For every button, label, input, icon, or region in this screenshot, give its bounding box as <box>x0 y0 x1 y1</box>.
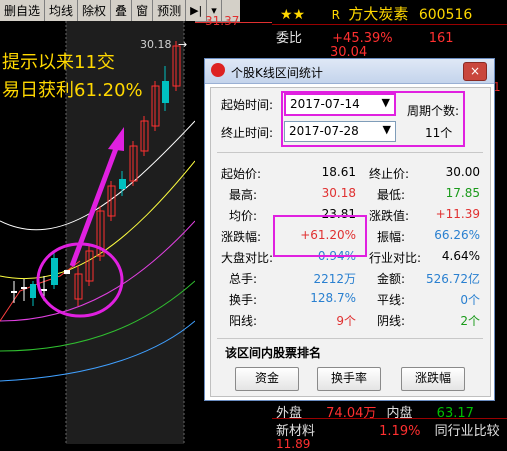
amplitude-label: 振幅: <box>377 230 406 244</box>
price-axis-line <box>195 22 272 23</box>
panel-right-values: 1 <box>493 80 501 94</box>
divider <box>272 418 507 419</box>
end-time-value: 2017-07-28 <box>289 124 359 138</box>
flat-label: 平线: <box>377 293 406 307</box>
down-count-label: 阴线: <box>377 314 406 328</box>
weibi-label: 委比 <box>276 31 303 46</box>
turnover-label: 换手: <box>229 293 258 307</box>
industry-value: 1.19% <box>379 424 421 439</box>
stock-header: ★★ R 方大炭素 600516 <box>280 3 472 24</box>
rating-stars: ★★ <box>280 7 306 23</box>
start-time-value: 2017-07-14 <box>290 97 360 111</box>
change-value-label: 涨跌值: <box>369 209 410 223</box>
toolbar-moving-average[interactable]: 均线 <box>45 0 79 21</box>
stats-grid: 起始价: 18.61 终止价: 30.00 最高: 30.18 最低: 17.8… <box>211 160 490 335</box>
toolbar-forecast[interactable]: 预测 <box>153 0 187 21</box>
market-compare-label: 大盘对比: <box>221 251 274 265</box>
dialog-title: 个股K线区间统计 <box>231 66 323 80</box>
stock-code: 600516 <box>418 7 473 23</box>
divider <box>272 24 507 25</box>
up-count-value: 9个 <box>336 314 356 328</box>
divider <box>217 338 483 339</box>
amplitude-value: 66.26% <box>434 228 480 242</box>
dialog-body: 起始时间: 2017-07-14 ▼ 终止时间: 2017-07-28 ▼ 周期… <box>210 87 491 397</box>
annotation-line1: 提示以来11交 <box>2 52 115 73</box>
period-count-label: 周期个数: <box>407 104 460 118</box>
industry-compare-value: 4.64% <box>441 249 480 263</box>
rank-by-turnover-button[interactable]: 换手率 <box>317 367 381 391</box>
ranking-title: 该区间内股票排名 <box>225 346 322 360</box>
turnover-value: 128.7% <box>310 291 356 305</box>
high-label: 最高: <box>229 188 258 202</box>
divider <box>217 152 483 153</box>
industry-compare-link[interactable]: 同行业比较 <box>435 424 500 439</box>
chart-toolbar: 删自选 均线 除权 叠 窗 预测 ▶| ▾ <box>0 0 240 22</box>
toolbar-remove-favorite[interactable]: 删自选 <box>0 0 46 21</box>
app-logo-icon <box>211 63 225 77</box>
change-pct-value: +61.20% <box>300 228 356 242</box>
low-label: 最低: <box>377 188 406 202</box>
end-time-label: 终止时间: <box>221 126 274 140</box>
end-price-label: 终止价: <box>369 167 410 181</box>
rating-label: R <box>331 8 340 22</box>
close-button[interactable]: × <box>463 62 487 81</box>
weibi-row: 委比 +45.39% 161 <box>276 27 454 46</box>
toolbar-ex-rights[interactable]: 除权 <box>78 0 112 21</box>
change-value: +11.39 <box>435 207 480 221</box>
annotation-line2: 易日获利61.20% <box>2 80 143 101</box>
toolbar-overlay[interactable]: 叠 <box>111 0 133 21</box>
market-compare-value: 0.94% <box>317 249 356 263</box>
last-row-value: 11.89 <box>276 437 311 451</box>
amount-value: 526.72亿 <box>426 272 480 286</box>
up-count-label: 阳线: <box>229 314 258 328</box>
chevron-down-icon: ▼ <box>382 123 391 136</box>
start-time-select[interactable]: 2017-07-14 ▼ <box>284 93 396 116</box>
volume-label: 总手: <box>229 272 258 286</box>
avg-label: 均价: <box>229 209 258 223</box>
avg-value: 23.81 <box>321 207 356 221</box>
weibi-value: +45.39% <box>332 31 393 46</box>
stock-name: 方大炭素 <box>348 5 409 23</box>
high-value: 30.18 <box>321 186 356 200</box>
price-axis-top: 31.37 <box>205 14 240 28</box>
chevron-down-icon: ▼ <box>381 96 390 109</box>
chart-max-price: 30.18 <box>140 38 172 51</box>
max-marker: → <box>178 38 188 51</box>
change-pct-label: 涨跌幅: <box>221 230 262 244</box>
dialog-titlebar[interactable]: 个股K线区间统计 × <box>205 59 494 84</box>
start-price-value: 18.61 <box>321 165 356 179</box>
volume-value: 2212万 <box>313 272 356 286</box>
down-count-value: 2个 <box>460 314 480 328</box>
toolbar-window[interactable]: 窗 <box>132 0 154 21</box>
weibi-right: 161 <box>428 31 454 46</box>
start-price-label: 起始价: <box>221 167 262 181</box>
rank-by-funds-button[interactable]: 资金 <box>235 367 299 391</box>
rank-by-change-button[interactable]: 涨跌幅 <box>401 367 465 391</box>
flat-value: 0个 <box>460 293 480 307</box>
low-value: 17.85 <box>445 186 480 200</box>
kline-range-stats-dialog: 个股K线区间统计 × 起始时间: 2017-07-14 ▼ 终止时间: 2017… <box>204 58 495 401</box>
period-count-value: 11个 <box>425 126 453 140</box>
end-time-select[interactable]: 2017-07-28 ▼ <box>284 121 396 142</box>
start-time-label: 起始时间: <box>221 98 274 112</box>
end-price-value: 30.00 <box>445 165 480 179</box>
amount-label: 金额: <box>377 272 406 286</box>
industry-compare-label: 行业对比: <box>369 251 422 265</box>
